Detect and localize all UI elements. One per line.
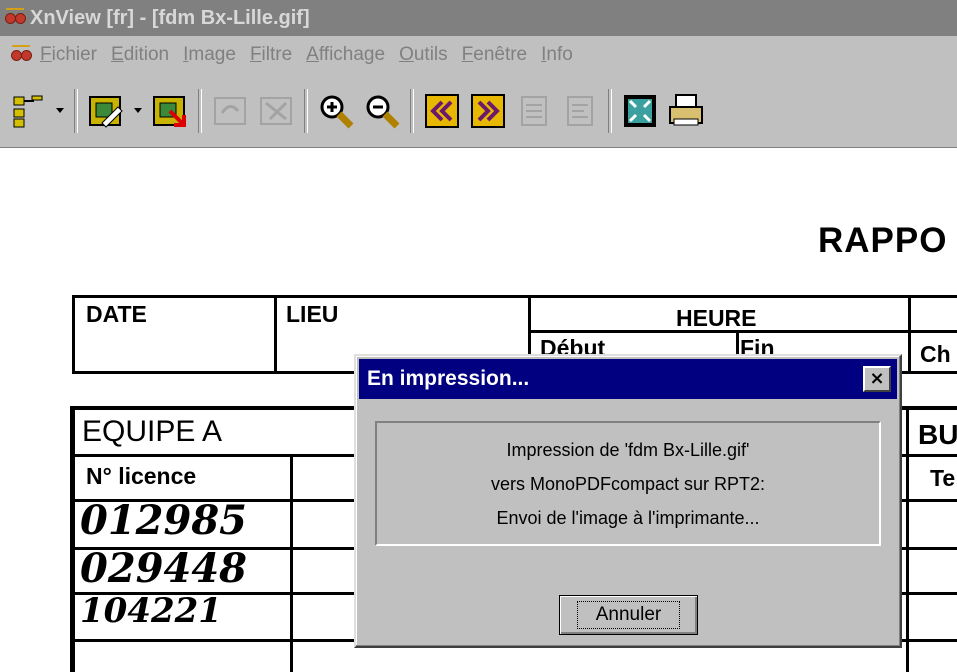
label-bu: BU [918, 419, 957, 450]
open-dropdown[interactable] [132, 91, 144, 131]
close-icon: × [869, 368, 885, 389]
tree-view-icon[interactable] [8, 91, 48, 131]
label-te: Te [930, 465, 956, 491]
dialog-title-bar[interactable]: En impression... × [359, 359, 897, 399]
open-icon[interactable] [86, 91, 126, 131]
handwritten-licence: 029448 [80, 545, 247, 592]
first-page-icon[interactable] [514, 91, 554, 131]
dialog-title: En impression... [367, 367, 530, 390]
label-date: DATE [86, 301, 147, 327]
label-licence: N° licence [86, 463, 197, 489]
dialog-message-panel: Impression de 'fdm Bx-Lille.gif' vers Mo… [375, 421, 881, 546]
menu-outils[interactable]: Outils [399, 44, 448, 66]
toolbar-separator [304, 88, 308, 133]
window-title-bar[interactable]: XnView [fr] - [fdm Bx-Lille.gif] [0, 0, 957, 36]
previous-icon[interactable] [422, 91, 462, 131]
cancel-button-label: Annuler [576, 601, 681, 629]
xnview-logo-icon [4, 7, 26, 29]
form-line [274, 295, 277, 373]
menu-image[interactable]: Image [183, 44, 236, 66]
system-menu-icon[interactable] [10, 44, 32, 66]
toolbar-separator [410, 88, 414, 133]
next-icon[interactable] [468, 91, 508, 131]
save-icon[interactable] [150, 91, 190, 131]
form-line [72, 295, 957, 298]
dialog-message-line: Impression de 'fdm Bx-Lille.gif' [506, 439, 750, 460]
toolbar-separator [74, 88, 78, 133]
menu-fenetre[interactable]: Fenêtre [462, 44, 527, 66]
zoom-out-icon[interactable] [362, 91, 402, 131]
label-ch: Ch [920, 341, 951, 367]
menu-affichage[interactable]: Affichage [306, 44, 385, 66]
close-button[interactable]: × [863, 366, 891, 392]
menu-info[interactable]: Info [541, 44, 573, 66]
zoom-in-icon[interactable] [316, 91, 356, 131]
form-line [290, 454, 293, 672]
menu-edition[interactable]: Edition [111, 44, 169, 66]
tree-view-dropdown[interactable] [54, 91, 66, 131]
dialog-message-line: vers MonoPDFcompact sur RPT2: [490, 473, 766, 494]
toolbar-separator [608, 88, 612, 133]
form-line [906, 406, 909, 672]
undo-icon[interactable] [210, 91, 250, 131]
fullscreen-icon[interactable] [620, 91, 660, 131]
redo-icon[interactable] [256, 91, 296, 131]
cancel-button[interactable]: Annuler [559, 595, 698, 635]
form-line [70, 406, 75, 672]
dialog-message-line: Envoi de l'image à l'imprimante... [496, 507, 760, 528]
menu-filtre[interactable]: Filtre [250, 44, 292, 66]
window-title: XnView [fr] - [fdm Bx-Lille.gif] [30, 6, 310, 29]
menu-bar: Fichier Edition Image Filtre Affichage O… [0, 36, 957, 74]
label-heure: HEURE [676, 305, 757, 331]
form-line [908, 295, 911, 373]
form-line [72, 295, 75, 373]
handwritten-licence: 012985 [80, 497, 247, 544]
label-equipe: EQUIPE A [82, 415, 223, 448]
print-icon[interactable] [666, 91, 706, 131]
last-page-icon[interactable] [560, 91, 600, 131]
document-title: RAPPO [818, 221, 948, 260]
menu-fichier[interactable]: Fichier [40, 44, 97, 66]
label-lieu: LIEU [286, 301, 339, 327]
handwritten-licence: 104221 [80, 591, 222, 631]
toolbar [0, 74, 957, 148]
print-progress-dialog: En impression... × Impression de 'fdm Bx… [354, 354, 902, 648]
toolbar-separator [198, 88, 202, 133]
